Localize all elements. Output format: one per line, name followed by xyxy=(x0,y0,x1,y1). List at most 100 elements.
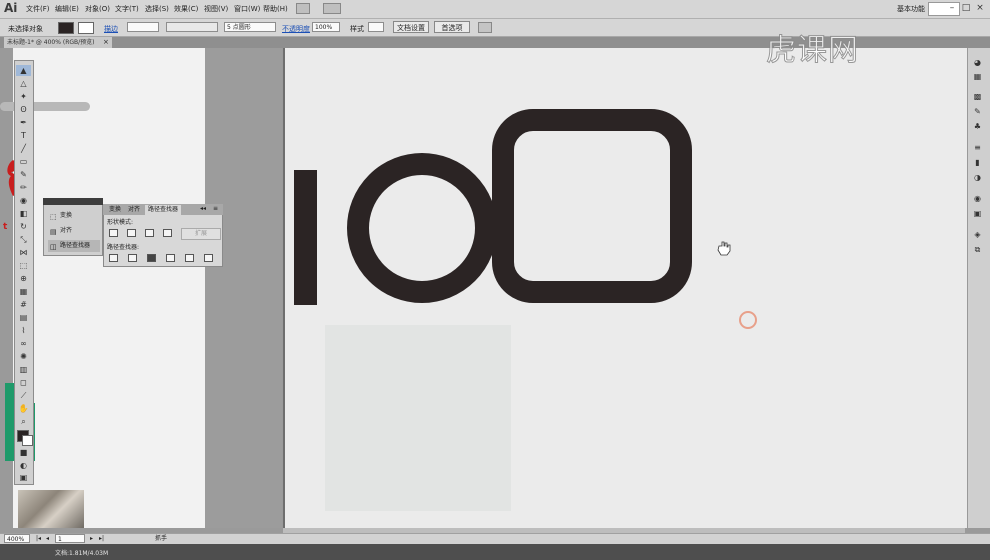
gradient-tool-icon[interactable]: ▤ xyxy=(16,312,31,323)
eraser-tool-icon[interactable]: ◧ xyxy=(16,208,31,219)
menu-select[interactable]: 选择(S) xyxy=(145,4,169,14)
arrange-icon[interactable] xyxy=(478,22,492,33)
panel-stack-header[interactable] xyxy=(43,198,103,205)
eyedropper-tool-icon[interactable]: ⌇ xyxy=(16,325,31,336)
minus-back-icon[interactable] xyxy=(204,254,213,262)
stroke-swatch[interactable] xyxy=(78,22,94,34)
last-artboard-icon[interactable]: ▸| xyxy=(99,534,104,543)
bridge-button[interactable] xyxy=(296,3,310,14)
merge-icon[interactable] xyxy=(147,254,156,262)
exclude-icon[interactable] xyxy=(163,229,172,237)
screen-mode-icon[interactable]: ▣ xyxy=(16,472,31,483)
perspective-grid-tool-icon[interactable]: ▦ xyxy=(16,286,31,297)
menu-file[interactable]: 文件(F) xyxy=(26,4,50,14)
close-tab-icon[interactable]: × xyxy=(103,37,109,48)
magic-wand-tool-icon[interactable]: ✦ xyxy=(16,91,31,102)
pen-tool-icon[interactable]: ✒ xyxy=(16,117,31,128)
artwork-canvas[interactable] xyxy=(283,48,965,528)
gradient-panel-icon[interactable]: ▮ xyxy=(971,158,984,168)
stroke-panel-icon[interactable]: ≡ xyxy=(971,143,984,153)
panel-menu-icon[interactable]: ≡ xyxy=(213,205,218,212)
maximize-button[interactable]: □ xyxy=(960,2,972,14)
rectangle-tool-icon[interactable]: ▭ xyxy=(16,156,31,167)
shape-builder-tool-icon[interactable]: ⊕ xyxy=(16,273,31,284)
color-guide-icon[interactable]: ▦ xyxy=(971,72,984,82)
tab-align[interactable]: 对齐 xyxy=(125,205,143,215)
brush-dropdown[interactable]: 5 点圆形 xyxy=(224,22,276,32)
pencil-tool-icon[interactable]: ✏ xyxy=(16,182,31,193)
draw-mode-icon[interactable]: ◐ xyxy=(16,460,31,471)
preferences-button[interactable]: 首选项 xyxy=(434,21,470,33)
vertical-bar-shape[interactable] xyxy=(294,170,317,305)
column-graph-tool-icon[interactable]: ▥ xyxy=(16,364,31,375)
ring-shape[interactable] xyxy=(347,153,497,303)
color-mode-icon[interactable]: ■ xyxy=(16,447,31,458)
layers-panel-icon[interactable]: ◈ xyxy=(971,230,984,240)
menu-edit[interactable]: 编辑(E) xyxy=(55,4,79,14)
line-tool-icon[interactable]: ╱ xyxy=(16,143,31,154)
outline-icon[interactable] xyxy=(185,254,194,262)
swatches-panel-icon[interactable]: ▩ xyxy=(971,92,984,102)
tab-pathfinder[interactable]: 路径查找器 xyxy=(145,205,182,215)
width-tool-icon[interactable]: ⋈ xyxy=(16,247,31,258)
scale-tool-icon[interactable]: ⤡ xyxy=(16,234,31,245)
current-tool-status[interactable]: 抓手 xyxy=(155,534,167,543)
tab-transform[interactable]: 变换 xyxy=(106,205,124,215)
transparency-panel-icon[interactable]: ◑ xyxy=(971,173,984,183)
minimize-button[interactable]: – xyxy=(946,2,958,14)
menu-view[interactable]: 视图(V) xyxy=(204,4,228,14)
style-dropdown[interactable] xyxy=(368,22,384,32)
color-panel-icon[interactable]: ◕ xyxy=(971,58,984,68)
zoom-field[interactable]: 400% xyxy=(4,534,30,543)
artboards-panel-icon[interactable]: ⧉ xyxy=(971,245,984,255)
opacity-field[interactable]: 100% xyxy=(312,22,340,32)
paintbrush-tool-icon[interactable]: ✎ xyxy=(16,169,31,180)
expand-button[interactable]: 扩展 xyxy=(181,228,221,240)
document-setup-button[interactable]: 文档设置 xyxy=(393,21,429,33)
unite-icon[interactable] xyxy=(109,229,118,237)
artboard-tool-icon[interactable]: ◻ xyxy=(16,377,31,388)
artboard-number-field[interactable]: 1 xyxy=(55,534,85,543)
fill-swatch[interactable] xyxy=(58,22,74,34)
brushes-panel-icon[interactable]: ✎ xyxy=(971,107,984,117)
document-tab[interactable]: 未标题-1* @ 400% (RGB/预览) xyxy=(4,37,112,48)
symbol-sprayer-tool-icon[interactable]: ✺ xyxy=(16,351,31,362)
workspace-switcher[interactable]: 基本功能 xyxy=(897,4,925,14)
free-transform-tool-icon[interactable]: ⬚ xyxy=(16,260,31,271)
mesh-tool-icon[interactable]: # xyxy=(16,299,31,310)
blob-brush-tool-icon[interactable]: ◉ xyxy=(16,195,31,206)
close-window-button[interactable]: × xyxy=(974,2,986,14)
trim-icon[interactable] xyxy=(128,254,137,262)
intersect-icon[interactable] xyxy=(145,229,154,237)
menu-effect[interactable]: 效果(C) xyxy=(174,4,198,14)
appearance-panel-icon[interactable]: ◉ xyxy=(971,194,984,204)
menu-window[interactable]: 窗口(W) xyxy=(234,4,260,14)
blend-tool-icon[interactable]: ∞ xyxy=(16,338,31,349)
stroke-weight-dropdown[interactable] xyxy=(127,22,159,32)
lasso-tool-icon[interactable]: ʘ xyxy=(16,104,31,115)
selection-tool-icon[interactable]: ▲ xyxy=(16,65,31,76)
prev-artboard-icon[interactable]: ◂ xyxy=(46,534,49,543)
crop-icon[interactable] xyxy=(166,254,175,262)
zoom-tool-icon[interactable]: ⌕ xyxy=(16,416,31,427)
rounded-square-shape[interactable] xyxy=(492,109,692,303)
arrange-documents-button[interactable] xyxy=(323,3,341,14)
minus-front-icon[interactable] xyxy=(127,229,136,237)
graphic-styles-panel-icon[interactable]: ▣ xyxy=(971,209,984,219)
rotate-tool-icon[interactable]: ↻ xyxy=(16,221,31,232)
next-artboard-icon[interactable]: ▸ xyxy=(90,534,93,543)
first-artboard-icon[interactable]: |◂ xyxy=(36,534,41,543)
menu-type[interactable]: 文字(T) xyxy=(115,4,139,14)
direct-selection-tool-icon[interactable]: △ xyxy=(16,78,31,89)
menu-object[interactable]: 对象(O) xyxy=(85,4,110,14)
slice-tool-icon[interactable]: ⟋ xyxy=(16,390,31,401)
variable-width-dropdown[interactable] xyxy=(166,22,218,32)
menu-help[interactable]: 帮助(H) xyxy=(263,4,288,14)
type-tool-icon[interactable]: T xyxy=(16,130,31,141)
hand-tool-icon[interactable]: ✋ xyxy=(16,403,31,414)
stroke-label[interactable]: 描边 xyxy=(104,24,118,34)
divide-icon[interactable] xyxy=(109,254,118,262)
symbols-panel-icon[interactable]: ♣ xyxy=(971,122,984,132)
opacity-label[interactable]: 不透明度 xyxy=(282,24,310,34)
stroke-color-icon[interactable] xyxy=(22,435,33,446)
